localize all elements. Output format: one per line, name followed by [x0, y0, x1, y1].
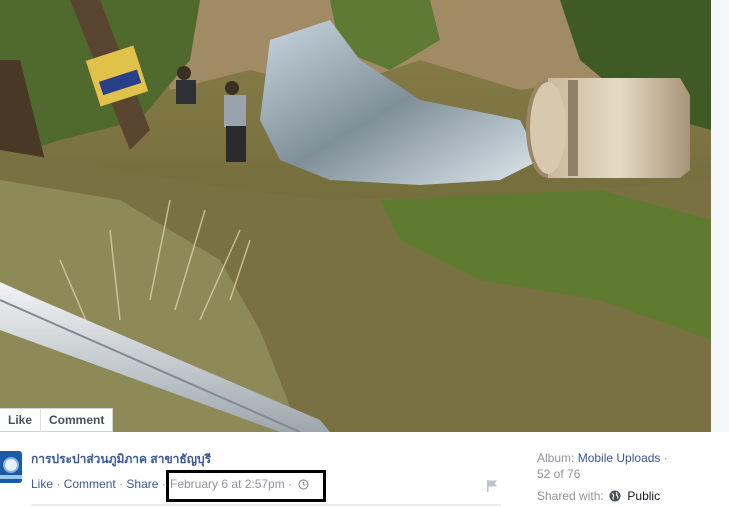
photo-position: 52 of 76 — [537, 467, 581, 481]
separator: · — [119, 477, 124, 491]
album-link[interactable]: Mobile Uploads — [578, 451, 661, 465]
logo-mark — [3, 457, 19, 473]
album-info: Album: Mobile Uploads · — [537, 451, 668, 465]
share-link[interactable]: Share — [126, 477, 158, 491]
album-label: Album: — [537, 451, 575, 465]
page-name-link[interactable]: การประปาส่วนภูมิภาค สาขาธัญบุรี — [31, 450, 211, 469]
photo-scene — [0, 0, 711, 432]
post-timestamp[interactable]: February 6 at 2:57pm · — [170, 477, 310, 493]
page-avatar[interactable] — [0, 451, 22, 483]
separator: · — [56, 477, 61, 491]
photo-comment-button[interactable]: Comment — [41, 409, 112, 431]
footer-divider — [31, 504, 501, 506]
post-action-row: Like · Comment · Share · — [31, 477, 166, 491]
photo-action-bar: Like Comment — [0, 408, 114, 432]
like-link[interactable]: Like — [31, 477, 53, 491]
comment-link[interactable]: Comment — [64, 477, 116, 491]
timestamp-separator: · — [288, 477, 293, 491]
timestamp-text[interactable]: February 6 at 2:57pm — [170, 477, 285, 491]
flag-icon[interactable] — [486, 479, 498, 496]
audience-selector[interactable]: Public — [627, 489, 660, 503]
globe-icon — [609, 490, 621, 505]
photo-side-gutter — [711, 0, 729, 432]
album-separator: · — [663, 451, 668, 465]
shared-with-label: Shared with: — [537, 489, 604, 503]
photo-like-button[interactable]: Like — [0, 409, 42, 431]
logo-band — [0, 475, 22, 479]
audience-info: Shared with: Public — [537, 489, 660, 505]
clock-icon — [298, 479, 310, 493]
post-photo[interactable] — [0, 0, 711, 432]
